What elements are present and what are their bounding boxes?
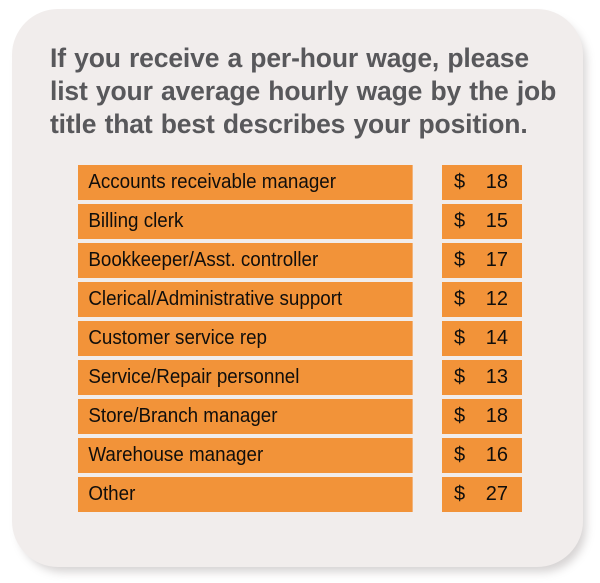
wage-amount: 18 xyxy=(485,171,508,193)
job-title-cell: Accounts receivable manager xyxy=(78,165,413,200)
table-row: Customer service rep $ 14 xyxy=(78,321,522,356)
wage-amount: 15 xyxy=(485,210,508,232)
job-title-cell: Clerical/Administrative support xyxy=(78,282,413,317)
table-row: Other $ 27 xyxy=(78,477,522,512)
currency-symbol: $ xyxy=(454,327,466,349)
survey-result-card: If you receive a per-hour wage, please l… xyxy=(12,9,583,567)
wage-amount: 16 xyxy=(485,444,508,466)
job-title-cell: Customer service rep xyxy=(78,321,413,356)
wage-amount: 14 xyxy=(485,327,508,349)
job-title-cell: Store/Branch manager xyxy=(78,399,413,434)
table-row: Service/Repair personnel $ 13 xyxy=(78,360,522,395)
wage-amount: 13 xyxy=(485,366,508,388)
job-title-cell: Other xyxy=(78,477,413,512)
table-row: Accounts receivable manager $ 18 xyxy=(78,165,522,200)
job-title-cell: Warehouse manager xyxy=(78,438,413,473)
wage-amount: 17 xyxy=(485,249,508,271)
question-line-2: list your average hourly wage by the job xyxy=(50,76,557,106)
question-heading: If you receive a per-hour wage, please l… xyxy=(50,42,557,141)
currency-symbol: $ xyxy=(454,405,466,427)
wage-table: Accounts receivable manager $ 18 Billing… xyxy=(78,165,522,512)
wage-value-cell: $ 13 xyxy=(442,360,522,395)
table-row: Bookkeeper/Asst. controller $ 17 xyxy=(78,243,522,278)
wage-amount: 27 xyxy=(485,483,508,505)
wage-value-cell: $ 16 xyxy=(442,438,522,473)
question-line-3: title that best describes your position. xyxy=(50,109,528,139)
table-row: Store/Branch manager $ 18 xyxy=(78,399,522,434)
table-row: Billing clerk $ 15 xyxy=(78,204,522,239)
currency-symbol: $ xyxy=(454,249,466,271)
currency-symbol: $ xyxy=(454,288,466,310)
wage-value-cell: $ 18 xyxy=(442,165,522,200)
wage-value-cell: $ 12 xyxy=(442,282,522,317)
screenshot-stage: If you receive a per-hour wage, please l… xyxy=(0,0,600,583)
currency-symbol: $ xyxy=(454,210,466,232)
wage-value-cell: $ 15 xyxy=(442,204,522,239)
wage-amount: 12 xyxy=(485,288,508,310)
job-title-cell: Service/Repair personnel xyxy=(78,360,413,395)
wage-value-cell: $ 18 xyxy=(442,399,522,434)
question-line-1: If you receive a per-hour wage, please xyxy=(50,43,529,73)
currency-symbol: $ xyxy=(454,483,466,505)
currency-symbol: $ xyxy=(454,366,466,388)
wage-value-cell: $ 14 xyxy=(442,321,522,356)
currency-symbol: $ xyxy=(454,444,466,466)
table-row: Warehouse manager $ 16 xyxy=(78,438,522,473)
job-title-cell: Bookkeeper/Asst. controller xyxy=(78,243,413,278)
wage-value-cell: $ 17 xyxy=(442,243,522,278)
wage-amount: 18 xyxy=(485,405,508,427)
currency-symbol: $ xyxy=(454,171,466,193)
job-title-cell: Billing clerk xyxy=(78,204,413,239)
wage-value-cell: $ 27 xyxy=(442,477,522,512)
table-row: Clerical/Administrative support $ 12 xyxy=(78,282,522,317)
